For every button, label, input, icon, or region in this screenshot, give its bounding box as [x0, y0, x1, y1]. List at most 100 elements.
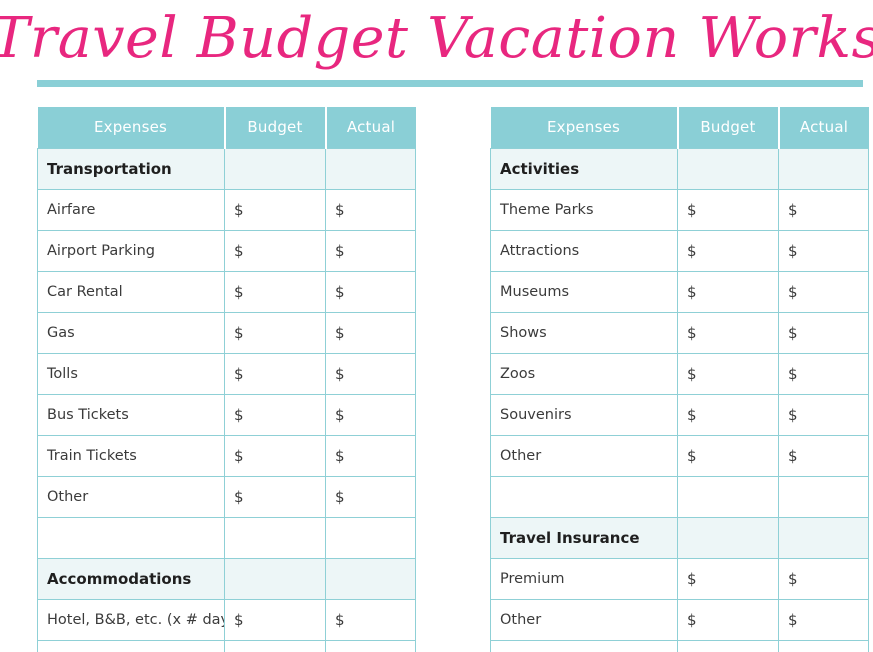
budget-amount-cell	[677, 475, 779, 518]
budget-amount-cell[interactable]: $	[224, 393, 326, 436]
budget-amount-cell[interactable]: $	[224, 434, 326, 477]
actual-amount-cell[interactable]: $	[325, 311, 416, 354]
column-header-expenses: Expenses	[490, 107, 678, 148]
table-row: Theme Parks $ $	[490, 188, 869, 231]
table-header-left: Expenses Budget Actual	[37, 107, 416, 148]
budget-amount-cell[interactable]: $	[677, 598, 779, 641]
actual-amount-cell[interactable]: $	[778, 270, 869, 313]
expense-label-cell	[490, 475, 678, 518]
table-row	[37, 639, 416, 652]
expense-label-cell[interactable]: Other	[37, 475, 225, 518]
column-header-budget: Budget	[676, 107, 779, 148]
expense-label-cell[interactable]: Souvenirs	[490, 393, 678, 436]
actual-amount-cell[interactable]: $	[778, 393, 869, 436]
budget-amount-cell	[224, 516, 326, 559]
expense-label-cell[interactable]: Tolls	[37, 352, 225, 395]
actual-amount-cell[interactable]: $	[778, 188, 869, 231]
table-row: Shows $ $	[490, 311, 869, 354]
budget-amount-cell[interactable]: $	[677, 270, 779, 313]
spacer-row	[37, 516, 416, 559]
budget-amount-cell[interactable]: $	[224, 229, 326, 272]
actual-amount-cell[interactable]: $	[778, 598, 869, 641]
expense-label-cell[interactable]: Car Rental	[37, 270, 225, 313]
actual-amount-cell[interactable]: $	[325, 352, 416, 395]
table-row: Museums $ $	[490, 270, 869, 313]
actual-amount-cell[interactable]: $	[778, 352, 869, 395]
budget-amount-cell[interactable]: $	[677, 229, 779, 272]
actual-amount-cell[interactable]: $	[778, 434, 869, 477]
expense-label-cell[interactable]: Other	[490, 434, 678, 477]
table-row: Premium $ $	[490, 557, 869, 600]
expense-label-cell[interactable]	[37, 639, 225, 652]
column-header-budget: Budget	[223, 107, 326, 148]
actual-amount-cell[interactable]: $	[325, 475, 416, 518]
expense-label-cell[interactable]: Airfare	[37, 188, 225, 231]
table-row	[490, 639, 869, 652]
expense-label-cell[interactable]: Train Tickets	[37, 434, 225, 477]
budget-amount-cell[interactable]	[224, 147, 326, 190]
expense-label-cell[interactable]: Activities	[490, 147, 678, 190]
expense-label-cell[interactable]: Transportation	[37, 147, 225, 190]
expense-label-cell[interactable]: Bus Tickets	[37, 393, 225, 436]
table-row: Other $ $	[490, 434, 869, 477]
budget-amount-cell[interactable]	[677, 516, 779, 559]
budget-amount-cell[interactable]: $	[224, 475, 326, 518]
expense-label-cell[interactable]: Hotel, B&B, etc. (x # days)	[37, 598, 225, 641]
expense-label-cell[interactable]: Zoos	[490, 352, 678, 395]
actual-amount-cell[interactable]: $	[325, 393, 416, 436]
actual-amount-cell[interactable]: $	[778, 311, 869, 354]
budget-amount-cell[interactable]: $	[677, 434, 779, 477]
budget-amount-cell[interactable]: $	[224, 311, 326, 354]
actual-amount-cell[interactable]	[325, 147, 416, 190]
expense-label-cell[interactable]: Travel Insurance	[490, 516, 678, 559]
budget-amount-cell[interactable]	[224, 639, 326, 652]
budget-amount-cell[interactable]: $	[677, 393, 779, 436]
header-row: Expenses Budget Actual	[37, 107, 416, 148]
expense-label-cell[interactable]: Gas	[37, 311, 225, 354]
budget-amount-cell[interactable]	[224, 557, 326, 600]
table-row: Other $ $	[37, 475, 416, 518]
budget-amount-cell[interactable]	[677, 147, 779, 190]
budget-table-right: Expenses Budget Actual Activities Theme P…	[490, 107, 869, 652]
expense-label-cell[interactable]: Museums	[490, 270, 678, 313]
actual-amount-cell[interactable]: $	[778, 229, 869, 272]
actual-amount-cell	[778, 475, 869, 518]
budget-amount-cell[interactable]: $	[224, 352, 326, 395]
table-row: Attractions $ $	[490, 229, 869, 272]
budget-amount-cell[interactable]: $	[677, 557, 779, 600]
expense-label-cell[interactable]: Shows	[490, 311, 678, 354]
table-row: Gas $ $	[37, 311, 416, 354]
column-header-expenses: Expenses	[37, 107, 225, 148]
expense-label-cell[interactable]: Theme Parks	[490, 188, 678, 231]
actual-amount-cell[interactable]: $	[325, 188, 416, 231]
budget-amount-cell[interactable]: $	[677, 352, 779, 395]
actual-amount-cell[interactable]: $	[778, 557, 869, 600]
expense-label-cell[interactable]: Premium	[490, 557, 678, 600]
actual-amount-cell[interactable]	[778, 147, 869, 190]
budget-amount-cell[interactable]: $	[677, 311, 779, 354]
expense-label-cell[interactable]: Accommodations	[37, 557, 225, 600]
actual-amount-cell[interactable]: $	[325, 270, 416, 313]
budget-amount-cell[interactable]: $	[224, 270, 326, 313]
budget-amount-cell[interactable]: $	[677, 188, 779, 231]
expense-label-cell[interactable]: Other	[490, 598, 678, 641]
expense-label-cell[interactable]: Airport Parking	[37, 229, 225, 272]
expense-label-cell[interactable]	[490, 639, 678, 652]
table-body-left: Transportation Airfare $ $ Airport Parking $ $…	[37, 147, 416, 652]
table-row: Other $ $	[490, 598, 869, 641]
table-row: Tolls $ $	[37, 352, 416, 395]
budget-amount-cell[interactable]: $	[224, 188, 326, 231]
actual-amount-cell[interactable]: $	[325, 598, 416, 641]
actual-amount-cell[interactable]: $	[325, 434, 416, 477]
budget-table-left-panel: Expenses Budget Actual Transportation Air…	[37, 107, 416, 652]
budget-amount-cell[interactable]	[677, 639, 779, 652]
category-row: Transportation	[37, 147, 416, 190]
actual-amount-cell[interactable]	[778, 516, 869, 559]
actual-amount-cell[interactable]	[325, 557, 416, 600]
column-header-actual: Actual	[324, 107, 416, 148]
actual-amount-cell[interactable]	[778, 639, 869, 652]
budget-amount-cell[interactable]: $	[224, 598, 326, 641]
actual-amount-cell[interactable]	[325, 639, 416, 652]
actual-amount-cell[interactable]: $	[325, 229, 416, 272]
expense-label-cell[interactable]: Attractions	[490, 229, 678, 272]
